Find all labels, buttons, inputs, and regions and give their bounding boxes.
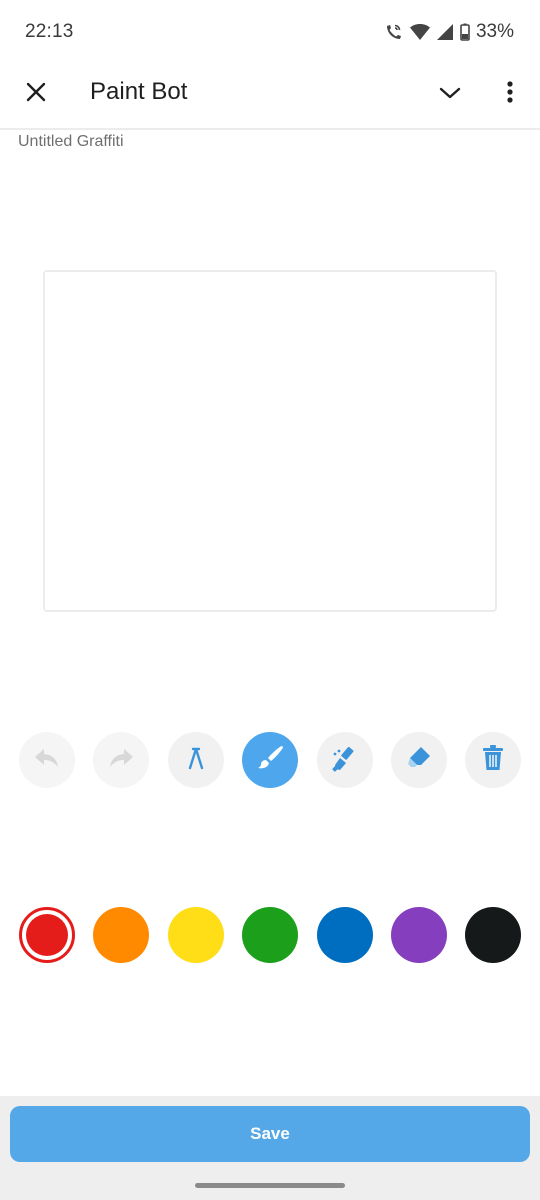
- document-name: Untitled Graffiti: [18, 133, 124, 150]
- app-bar-divider: [0, 128, 540, 130]
- undo-icon: [33, 746, 61, 774]
- app-bar: Paint Bot: [0, 64, 540, 128]
- wifi-icon: [409, 23, 430, 41]
- pen-nib-icon: [185, 744, 207, 776]
- color-swatch-purple[interactable]: [391, 907, 447, 963]
- wifi-calling-icon: [384, 22, 404, 42]
- cellular-signal-icon: [436, 23, 454, 41]
- more-vert-icon: [507, 81, 513, 107]
- status-icons: 33%: [384, 21, 514, 43]
- expand-button[interactable]: [430, 74, 470, 114]
- undo-button[interactable]: [19, 732, 75, 788]
- chevron-down-icon: [439, 85, 461, 104]
- redo-button[interactable]: [93, 732, 149, 788]
- app-title: Paint Bot: [90, 78, 188, 105]
- eraser-tool-button[interactable]: [391, 732, 447, 788]
- status-time: 22:13: [25, 21, 74, 42]
- pen-tool-button[interactable]: [168, 732, 224, 788]
- color-swatch-orange[interactable]: [93, 907, 149, 963]
- trash-icon: [482, 745, 504, 775]
- color-swatch-yellow[interactable]: [168, 907, 224, 963]
- status-bar: 22:13 33%: [0, 0, 540, 64]
- color-swatch-black[interactable]: [465, 907, 521, 963]
- redo-icon: [107, 746, 135, 774]
- paint-brush-icon: [255, 743, 285, 777]
- spray-brush-icon: [330, 743, 360, 777]
- battery-percent: 33%: [475, 21, 514, 42]
- eraser-icon: [405, 744, 433, 776]
- home-indicator[interactable]: [195, 1183, 345, 1188]
- more-options-button[interactable]: [490, 74, 530, 114]
- color-swatch-green[interactable]: [242, 907, 298, 963]
- close-button[interactable]: [16, 74, 56, 114]
- battery-icon: [460, 23, 470, 41]
- color-palette: [0, 906, 540, 964]
- tool-bar: [0, 732, 540, 788]
- clear-canvas-button[interactable]: [465, 732, 521, 788]
- spray-tool-button[interactable]: [317, 732, 373, 788]
- close-icon: [25, 81, 47, 107]
- brush-tool-button[interactable]: [242, 732, 298, 788]
- color-swatch-red[interactable]: [19, 907, 75, 963]
- save-button[interactable]: Save: [10, 1106, 530, 1162]
- color-swatch-blue[interactable]: [317, 907, 373, 963]
- drawing-canvas[interactable]: [43, 270, 497, 612]
